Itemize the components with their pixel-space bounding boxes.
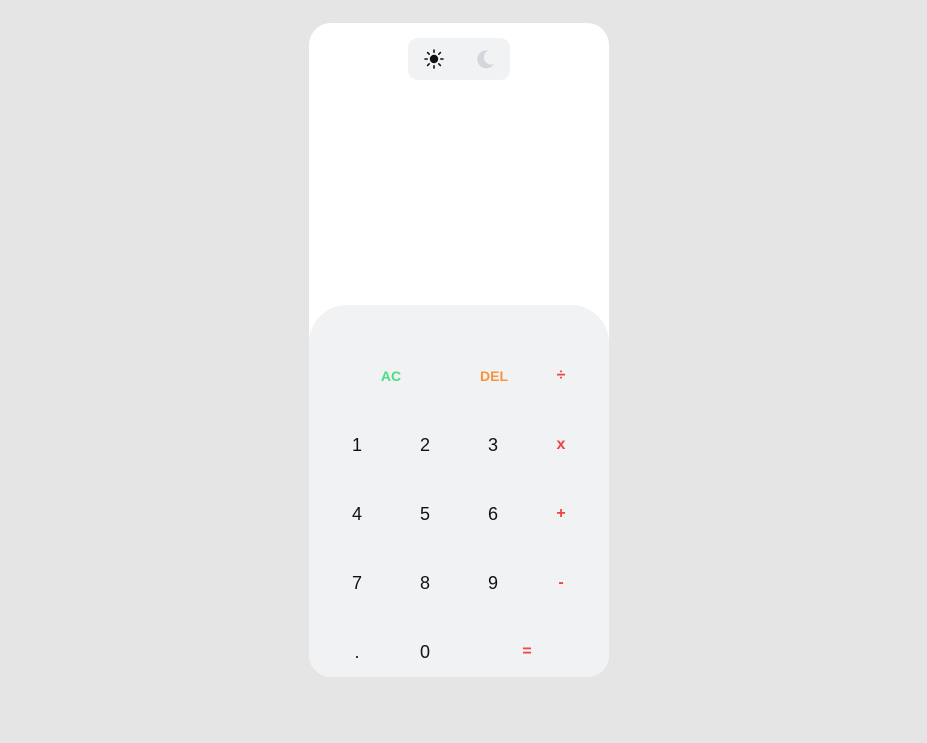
digit-7-button[interactable]: 7	[327, 553, 387, 613]
plus-button[interactable]: +	[531, 484, 591, 544]
delete-button[interactable]: DEL	[464, 346, 524, 406]
digit-3-button[interactable]: 3	[463, 415, 523, 475]
digit-9-button[interactable]: 9	[463, 553, 523, 613]
theme-toggle	[408, 38, 510, 80]
keypad: AC DEL ÷ 1 2 3 x 4 5 6 + 7 8 9 - . 0 =	[309, 305, 609, 677]
light-theme-button[interactable]	[408, 38, 459, 80]
equals-button[interactable]: =	[497, 622, 557, 677]
minus-button[interactable]: -	[531, 553, 591, 613]
multiply-button[interactable]: x	[531, 415, 591, 475]
digit-6-button[interactable]: 6	[463, 484, 523, 544]
calculator-display	[309, 93, 609, 303]
digit-2-button[interactable]: 2	[395, 415, 455, 475]
digit-5-button[interactable]: 5	[395, 484, 455, 544]
divide-button[interactable]: ÷	[531, 346, 591, 406]
digit-8-button[interactable]: 8	[395, 553, 455, 613]
digit-1-button[interactable]: 1	[327, 415, 387, 475]
clear-button[interactable]: AC	[361, 346, 421, 406]
moon-icon	[476, 50, 494, 69]
dark-theme-button[interactable]	[459, 38, 510, 80]
sun-icon	[423, 49, 444, 69]
digit-0-button[interactable]: 0	[395, 622, 455, 677]
decimal-button[interactable]: .	[327, 622, 387, 677]
digit-4-button[interactable]: 4	[327, 484, 387, 544]
calculator-card: AC DEL ÷ 1 2 3 x 4 5 6 + 7 8 9 - . 0 =	[309, 23, 609, 677]
